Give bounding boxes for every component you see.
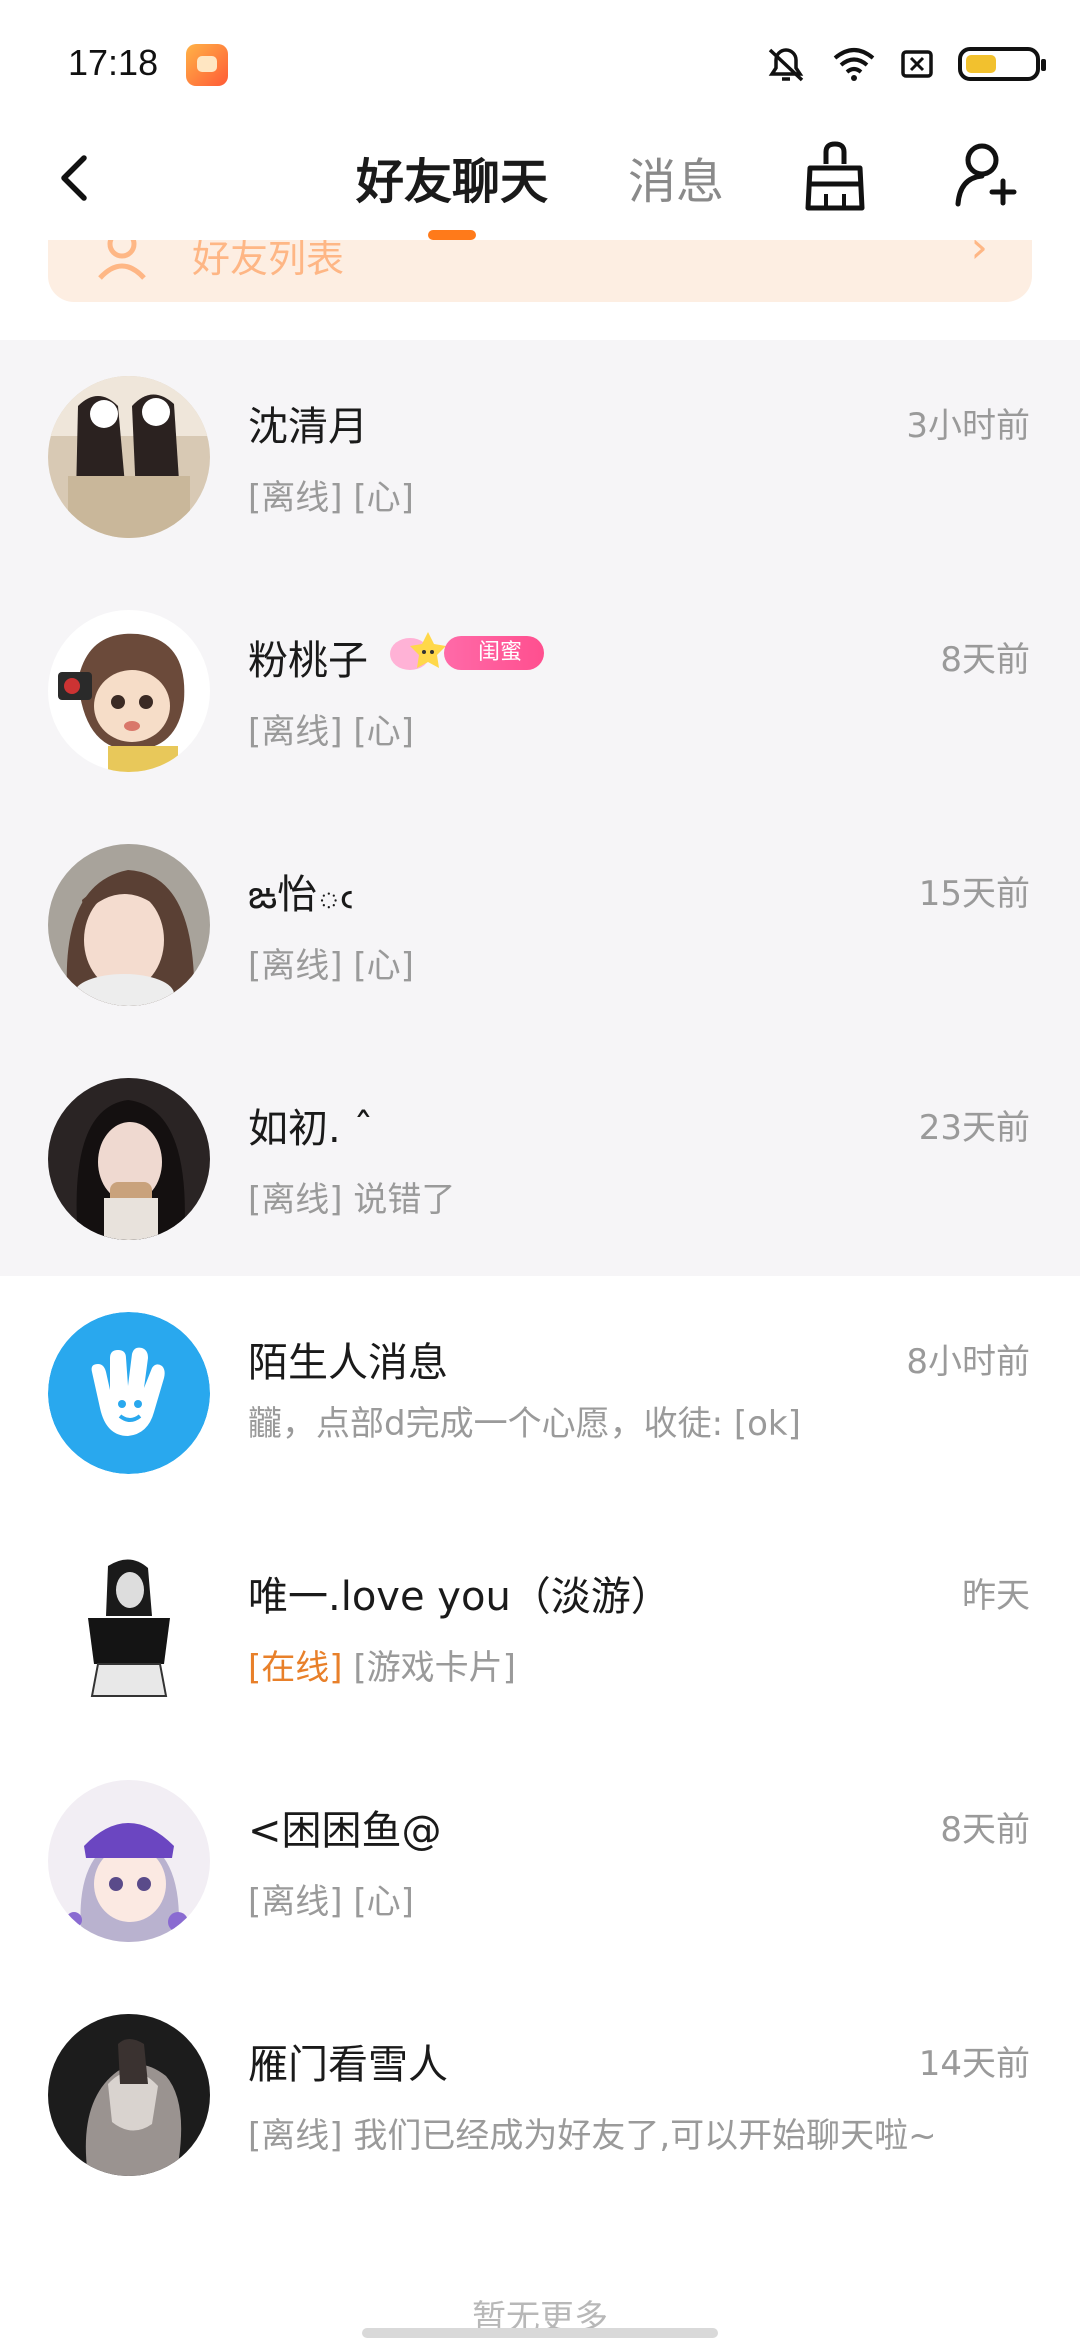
friend-list-label: 好友列表	[192, 240, 345, 281]
avatar	[48, 1312, 210, 1474]
bestie-badge: 闺蜜	[388, 626, 544, 678]
avatar	[48, 610, 210, 772]
chat-row[interactable]: 陌生人消息 8小时前 龖，点部d完成一个心愿，收徒: [ok]	[0, 1276, 1080, 1510]
tab-friend-chat[interactable]: 好友聊天	[356, 142, 548, 212]
last-message: [心]	[353, 478, 414, 518]
chat-preview: [离线] [心]	[248, 470, 414, 519]
chat-time: 8小时前	[906, 1342, 1030, 1382]
last-message: [心]	[353, 946, 414, 986]
chat-preview: [离线] [心]	[248, 938, 414, 987]
chat-row[interactable]: 雁门看雪人 14天前 [离线] 我们已经成为好友了,可以开始聊天啦~	[0, 1978, 1080, 2212]
last-message: [心]	[353, 1882, 414, 1922]
chat-preview: [离线] 说错了	[248, 1172, 455, 1221]
home-indicator[interactable]	[362, 2328, 718, 2338]
friends-icon	[98, 240, 146, 280]
chat-row[interactable]: 如初. ˆ 23天前 [离线] 说错了	[0, 1042, 1080, 1276]
avatar	[48, 1546, 210, 1708]
star-icon	[390, 632, 446, 670]
chat-name: 如初. ˆ	[248, 1106, 374, 1152]
last-message: [心]	[353, 712, 414, 752]
clean-broom-icon[interactable]	[800, 136, 870, 216]
avatar	[48, 376, 210, 538]
chat-row[interactable]: 粉桃子 闺蜜 8天前 [离线] [心]	[0, 574, 1080, 808]
chat-time: 8天前	[940, 1810, 1030, 1850]
presence-status: [离线]	[248, 2116, 343, 2156]
chat-row[interactable]: 沈清月 3小时前 [离线] [心]	[0, 340, 1080, 574]
badge-label: 闺蜜	[444, 636, 544, 670]
avatar	[48, 1780, 210, 1942]
chat-time: 昨天	[962, 1576, 1030, 1616]
chat-time: 23天前	[918, 1108, 1030, 1148]
tab-messages[interactable]: 消息	[628, 142, 724, 212]
avatar	[48, 2014, 210, 2176]
chat-time: 8天前	[940, 640, 1030, 680]
presence-status: [离线]	[248, 1180, 343, 1220]
chat-time: 15天前	[918, 874, 1030, 914]
last-message: 我们已经成为好友了,可以开始聊天啦~	[353, 2116, 937, 2156]
chat-preview: 龖，点部d完成一个心愿，收徒: [ok]	[248, 1396, 801, 1445]
back-button[interactable]	[48, 138, 108, 218]
chat-preview: [离线] [心]	[248, 1874, 414, 1923]
chat-row[interactable]: ఙ怡ఁ 15天前 [离线] [心]	[0, 808, 1080, 1042]
presence-status: [离线]	[248, 1882, 343, 1922]
status-icons	[764, 44, 1046, 84]
friend-list-banner[interactable]: 好友列表 ›	[48, 240, 1032, 302]
chevron-right-icon: ›	[970, 240, 988, 273]
last-message: 说错了	[353, 1180, 456, 1220]
sim-icon	[901, 50, 933, 78]
app-notification-icon	[186, 44, 228, 86]
chat-preview: [在线] [游戏卡片]	[248, 1640, 516, 1689]
chat-preview: [离线] 我们已经成为好友了,可以开始聊天啦~	[248, 2108, 937, 2157]
last-message: [游戏卡片]	[353, 1648, 516, 1688]
avatar	[48, 844, 210, 1006]
status-bar: 17:18	[0, 0, 1080, 130]
chat-name: 陌生人消息	[248, 1340, 448, 1386]
presence-status: [离线]	[248, 946, 343, 986]
chat-name: <困困鱼@	[248, 1808, 442, 1854]
chat-name: ఙ怡ఁ	[248, 872, 353, 918]
chat-row[interactable]: <困困鱼@ 8天前 [离线] [心]	[0, 1744, 1080, 1978]
avatar	[48, 1078, 210, 1240]
chat-preview: [离线] [心]	[248, 704, 414, 753]
header: 好友聊天 消息	[0, 130, 1080, 240]
last-message: 龖，点部d完成一个心愿，收徒: [ok]	[248, 1404, 801, 1444]
chat-name: 粉桃子	[248, 638, 368, 684]
chat-time: 3小时前	[906, 406, 1030, 446]
chat-time: 14天前	[918, 2044, 1030, 2084]
add-friend-icon[interactable]	[952, 134, 1022, 214]
chat-row[interactable]: 唯一.love you（淡游） 昨天 [在线] [游戏卡片]	[0, 1510, 1080, 1744]
wifi-icon	[833, 48, 875, 81]
battery-icon	[958, 47, 1046, 81]
chat-name: 沈清月	[248, 404, 368, 450]
status-time: 17:18	[68, 42, 159, 83]
chat-name: 雁门看雪人	[248, 2042, 448, 2088]
presence-status: [在线]	[248, 1648, 343, 1688]
friend-chat-section: 沈清月 3小时前 [离线] [心] 粉桃子 闺蜜 8天前 [离线] [心] ఙ怡…	[0, 340, 1080, 1276]
presence-status: [离线]	[248, 478, 343, 518]
mute-icon	[768, 48, 804, 82]
presence-status: [离线]	[248, 712, 343, 752]
other-chat-section: 陌生人消息 8小时前 龖，点部d完成一个心愿，收徒: [ok] 唯一.love …	[0, 1276, 1080, 2340]
active-tab-indicator	[428, 230, 476, 240]
chat-name: 唯一.love you（淡游）	[248, 1574, 671, 1620]
